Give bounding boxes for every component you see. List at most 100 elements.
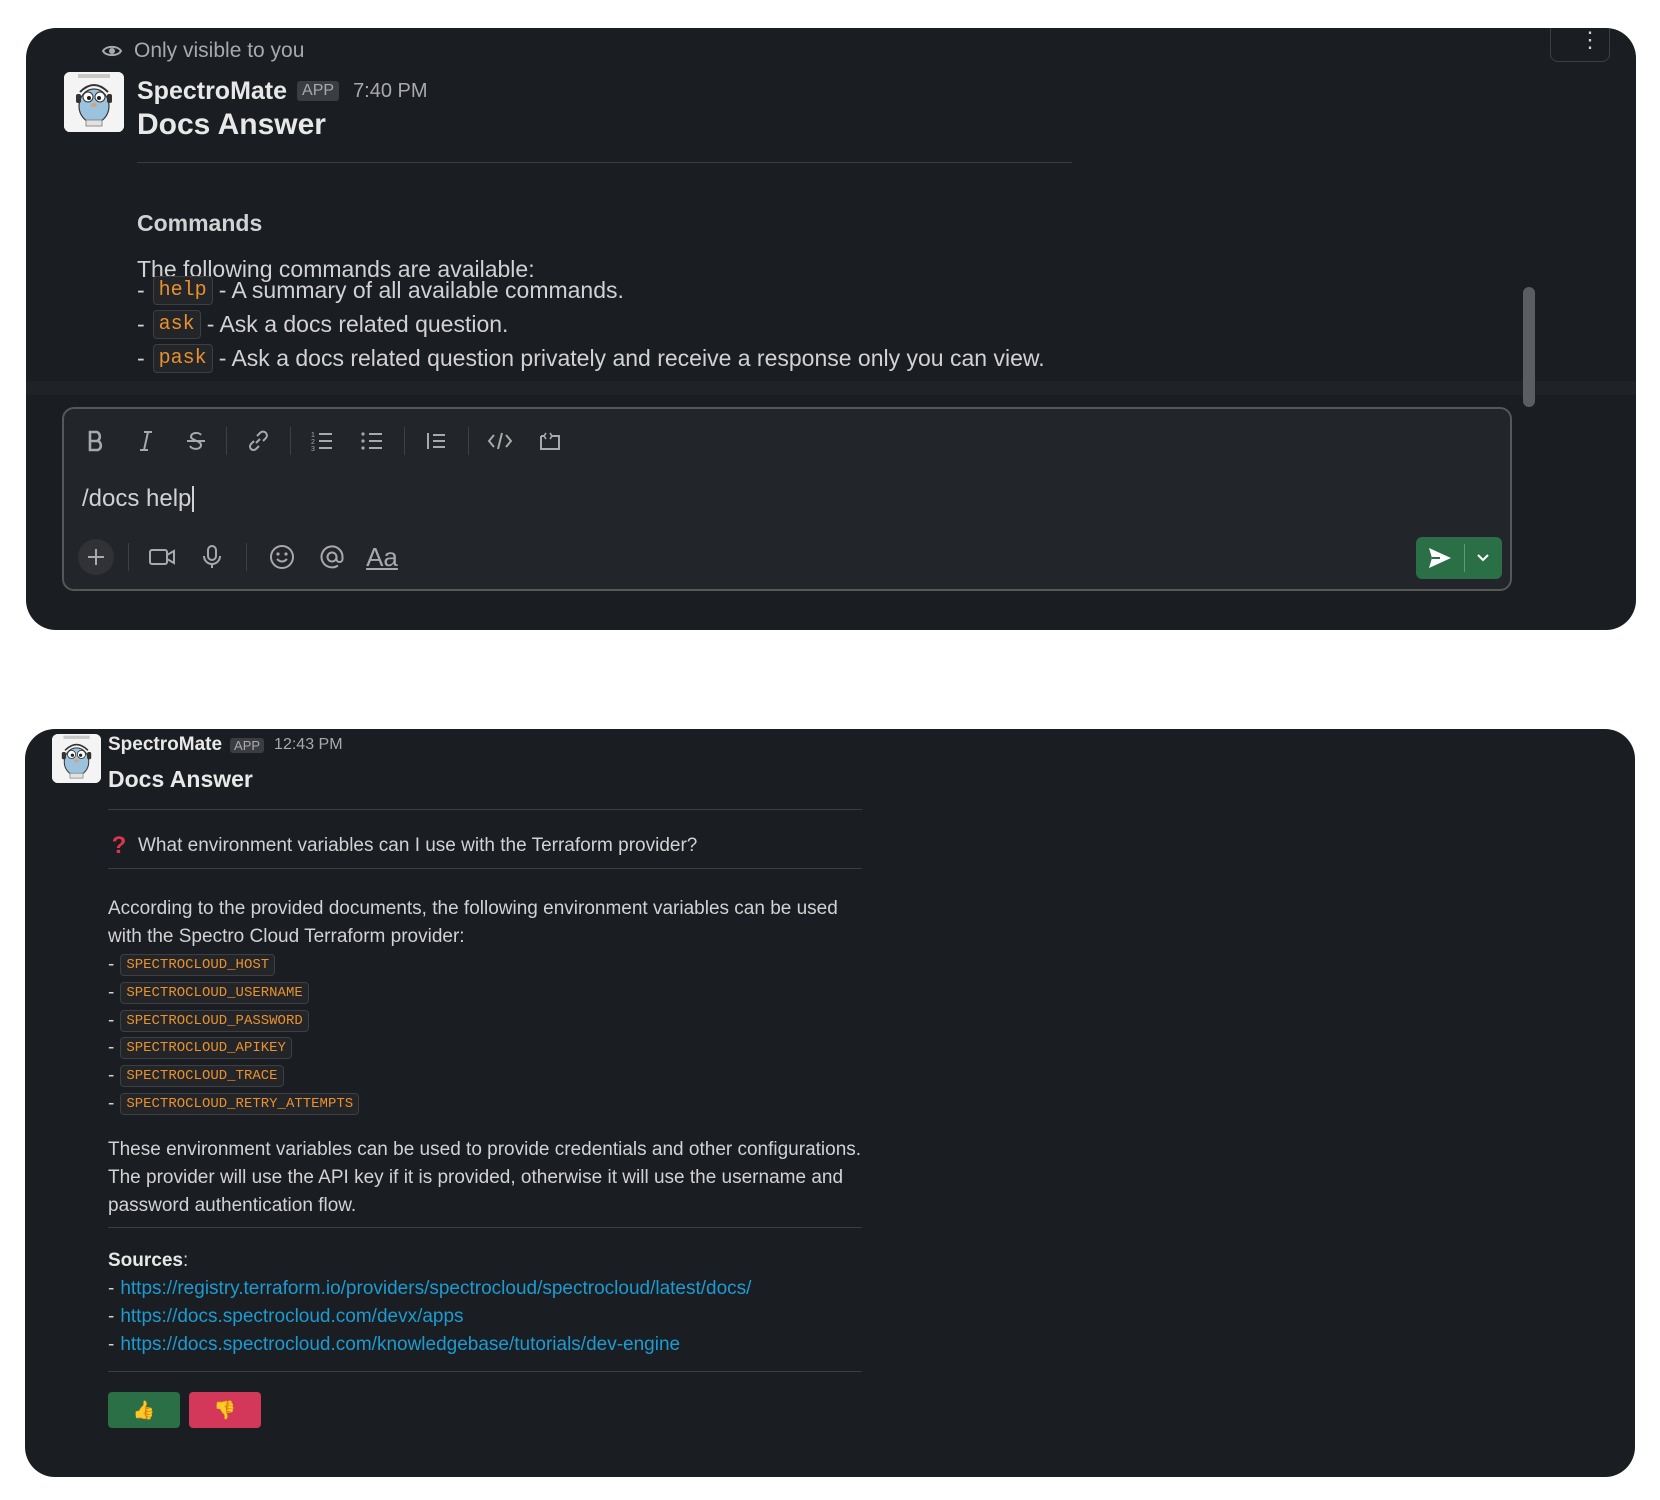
sender-name[interactable]: SpectroMate	[137, 77, 287, 106]
divider	[108, 1227, 862, 1228]
emoji-icon	[270, 545, 294, 569]
svg-text:2: 2	[311, 439, 315, 446]
more-actions-button[interactable]: ⋮	[1550, 28, 1610, 62]
bullet: -	[108, 954, 115, 975]
eye-icon	[102, 45, 122, 57]
bold-icon	[88, 430, 103, 452]
microphone-icon	[203, 545, 221, 568]
attach-button[interactable]	[78, 539, 114, 575]
source-link[interactable]: https://docs.spectrocloud.com/knowledgeb…	[120, 1334, 680, 1356]
message-title: Docs Answer	[137, 108, 326, 141]
plus-icon	[88, 549, 104, 565]
bullet: -	[108, 1093, 115, 1114]
more-icon: ⋮	[1579, 28, 1601, 52]
docs-answer-panel: SpectroMate APP 12:43 PM Docs Answer ? W…	[25, 729, 1635, 1477]
scrollbar-thumb[interactable]	[1523, 287, 1535, 407]
visibility-note: Only visible to you	[102, 36, 304, 66]
inline-code: SPECTROCLOUD_PASSWORD	[120, 1010, 309, 1032]
italic-button[interactable]	[128, 425, 164, 457]
inline-code: SPECTROCLOUD_USERNAME	[120, 982, 309, 1004]
command-description: - Ask a docs related question.	[206, 311, 509, 337]
thumbs-up-button[interactable]: 👍	[108, 1392, 180, 1428]
bulleted-list-button[interactable]	[354, 425, 390, 457]
thumbs-down-icon: 👎	[213, 1399, 237, 1420]
sender-name[interactable]: SpectroMate	[108, 734, 222, 756]
blockquote-button[interactable]	[418, 425, 454, 457]
message-timestamp[interactable]: 12:43 PM	[274, 736, 342, 754]
toolbar-separator	[290, 427, 291, 455]
strikethrough-button[interactable]	[178, 425, 214, 457]
answer-outro: These environment variables can be used …	[108, 1139, 862, 1216]
code-button[interactable]	[482, 425, 518, 457]
inline-code: help	[152, 276, 213, 305]
mention-button[interactable]	[314, 539, 350, 575]
command-description: - A summary of all available commands.	[218, 277, 624, 303]
code-block-icon	[540, 432, 560, 450]
slash-command-response-panel: ⋮ Only visible to you SpectroMate APP 7:…	[26, 28, 1636, 630]
format-icon: Aa	[366, 541, 398, 572]
text-caret	[192, 486, 195, 512]
bulleted-list-icon	[361, 432, 382, 450]
sources-heading: Sources	[108, 1250, 183, 1271]
ordered-list-button[interactable]: 123	[304, 425, 340, 457]
audio-clip-button[interactable]	[194, 539, 230, 575]
bullet: -	[108, 1065, 115, 1086]
source-link[interactable]: https://registry.terraform.io/providers/…	[120, 1278, 751, 1300]
bullet: -	[137, 345, 145, 371]
app-badge: APP	[297, 81, 340, 101]
source-item: - https://registry.terraform.io/provider…	[108, 1278, 751, 1300]
message-title: Docs Answer	[108, 766, 253, 792]
schedule-send-dropdown[interactable]	[1465, 537, 1501, 579]
source-item: - https://docs.spectrocloud.com/devx/app…	[108, 1306, 464, 1328]
code-block-button[interactable]	[532, 425, 568, 457]
app-badge: APP	[230, 737, 265, 753]
avatar[interactable]	[64, 72, 124, 132]
source-item: - https://docs.spectrocloud.com/knowledg…	[108, 1334, 680, 1356]
question-row: ? What environment variables can I use w…	[108, 829, 698, 863]
video-icon	[149, 549, 175, 565]
send-button[interactable]	[1416, 537, 1464, 579]
divider	[137, 162, 1072, 163]
code-icon	[487, 432, 513, 450]
visibility-note-text: Only visible to you	[134, 39, 305, 62]
emoji-button[interactable]	[264, 539, 300, 575]
bullet: -	[108, 1334, 115, 1355]
message-list-edge	[26, 381, 1636, 395]
message-header: SpectroMate APP 7:40 PM	[137, 71, 428, 111]
inline-code: SPECTROCLOUD_RETRY_ATTEMPTS	[120, 1093, 360, 1115]
command-item-help: - help - A summary of all available comm…	[137, 276, 624, 305]
section-heading: Commands	[137, 210, 263, 236]
command-description: - Ask a docs related question privately …	[218, 345, 1045, 371]
thumbs-down-button[interactable]: 👎	[189, 1392, 261, 1428]
inline-code: SPECTROCLOUD_TRACE	[120, 1065, 284, 1087]
gopher-mascot-icon	[64, 72, 124, 132]
send-button-group	[1416, 537, 1502, 579]
source-link[interactable]: https://docs.spectrocloud.com/devx/apps	[120, 1306, 463, 1328]
bullet: -	[108, 982, 115, 1003]
list-item: - SPECTROCLOUD_TRACE	[108, 1063, 284, 1089]
strikethrough-icon	[187, 431, 205, 450]
bullet: -	[108, 1037, 115, 1058]
list-item: - SPECTROCLOUD_RETRY_ATTEMPTS	[108, 1091, 360, 1117]
question-mark-icon: ?	[111, 832, 127, 859]
avatar[interactable]	[52, 734, 101, 783]
video-clip-button[interactable]	[144, 539, 180, 575]
list-item: - SPECTROCLOUD_HOST	[108, 952, 276, 978]
bold-button[interactable]	[78, 425, 114, 457]
bullet: -	[108, 1278, 115, 1299]
send-icon	[1429, 548, 1451, 568]
inline-code: ask	[152, 310, 201, 339]
command-item-ask: - ask - Ask a docs related question.	[137, 310, 508, 339]
toolbar-separator	[226, 427, 227, 455]
inline-code: SPECTROCLOUD_HOST	[120, 954, 276, 976]
message-timestamp[interactable]: 7:40 PM	[353, 80, 427, 103]
message-header: SpectroMate APP 12:43 PM	[108, 732, 343, 758]
formatting-toggle-button[interactable]: Aa	[364, 539, 400, 575]
list-item: - SPECTROCLOUD_APIKEY	[108, 1035, 292, 1061]
divider	[108, 1371, 862, 1372]
sources-colon: :	[182, 1250, 189, 1271]
message-input[interactable]: /docs help	[82, 485, 195, 513]
link-button[interactable]	[240, 425, 276, 457]
svg-text:1: 1	[311, 432, 315, 439]
bullet: -	[137, 277, 145, 303]
